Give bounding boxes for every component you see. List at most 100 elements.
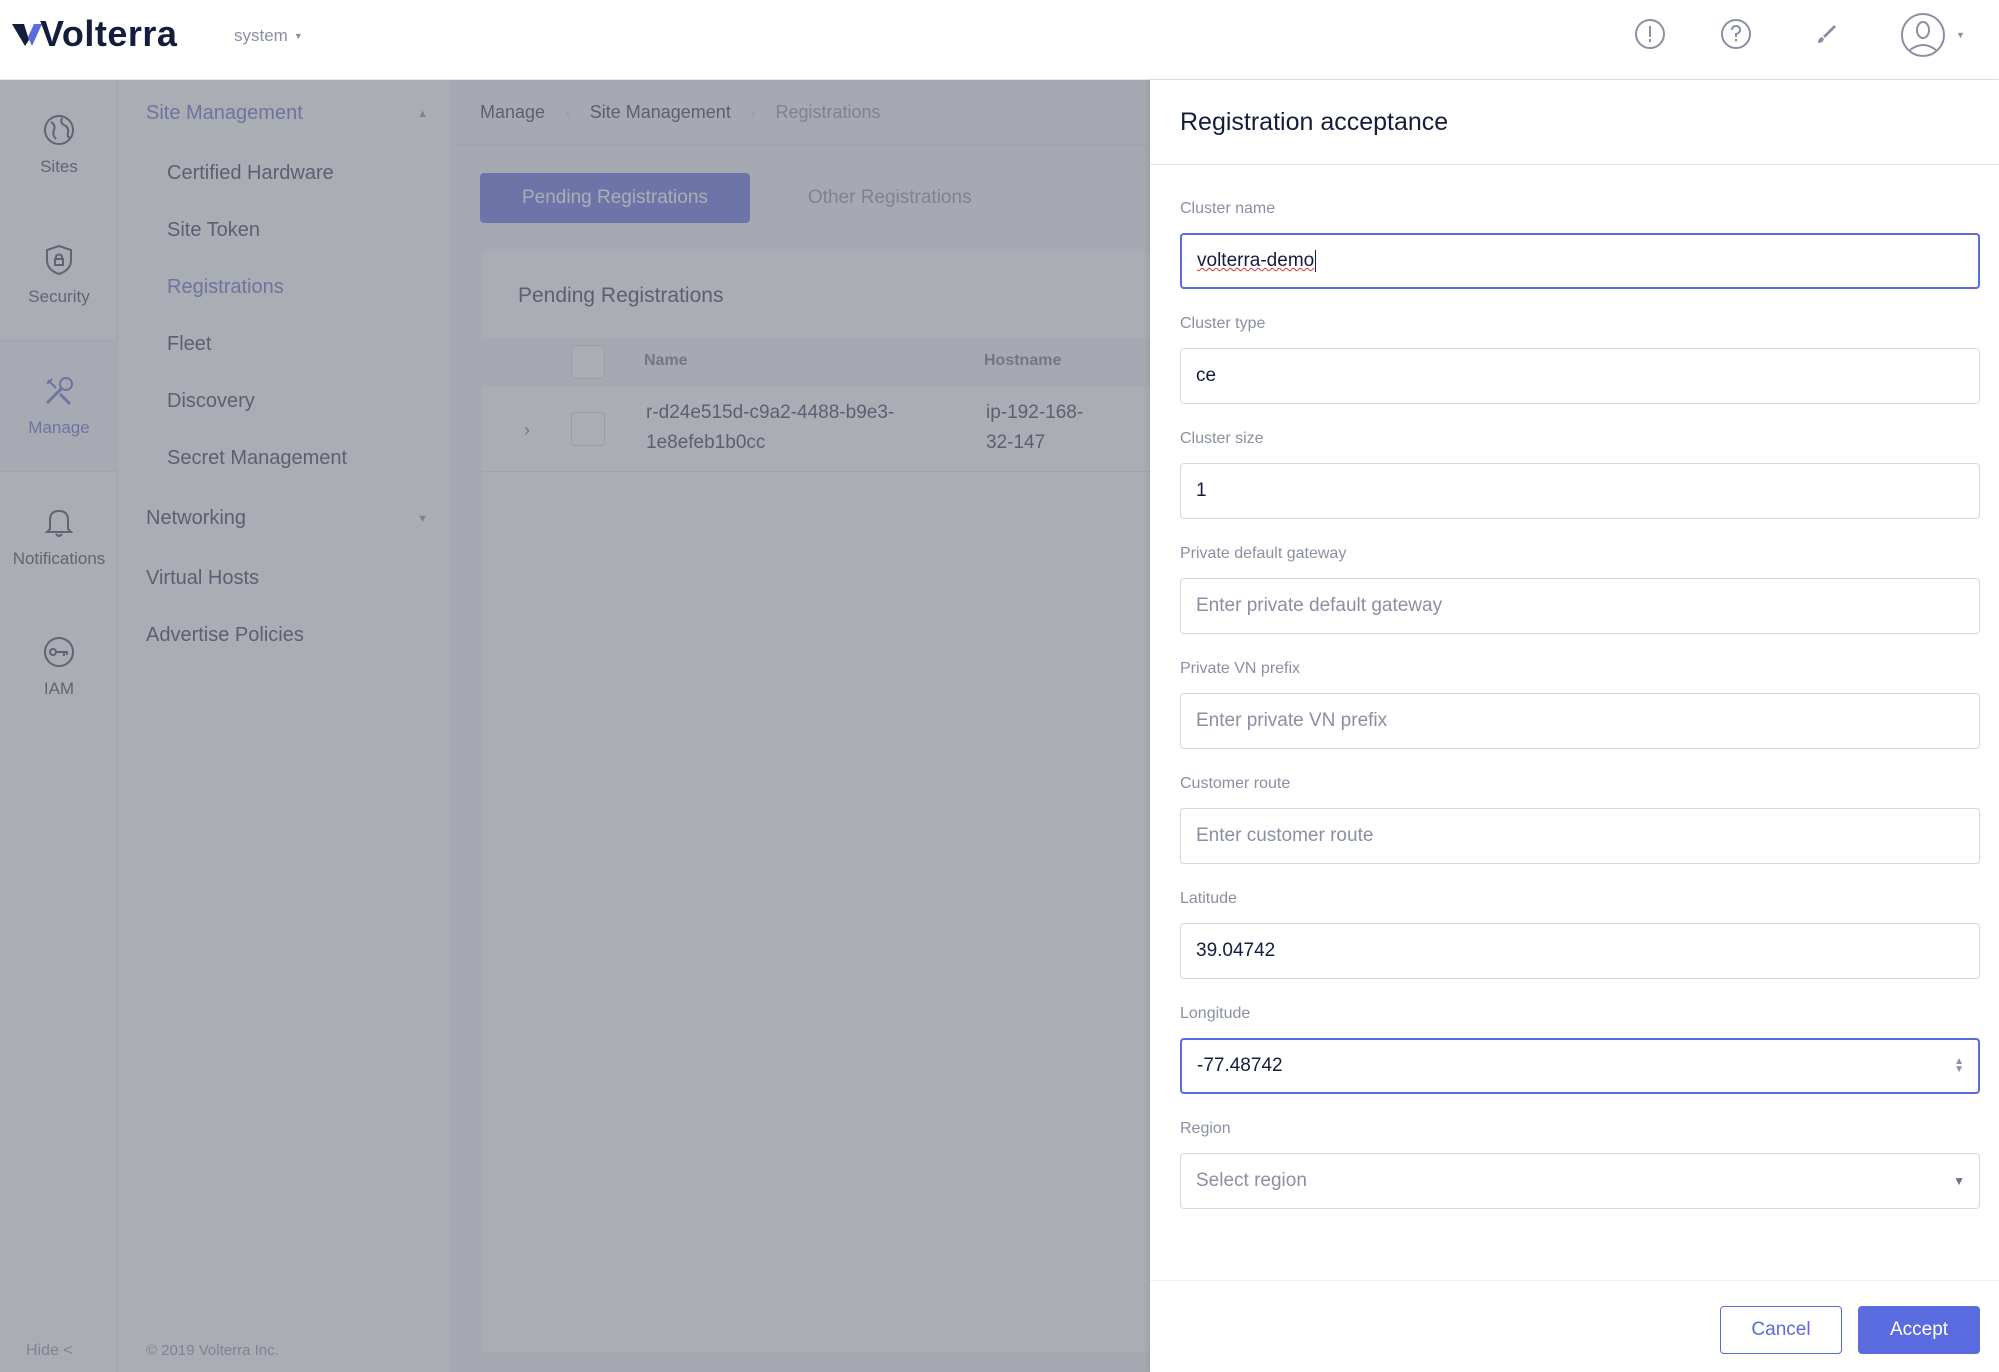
customer-route-placeholder: Enter customer route: [1196, 825, 1374, 846]
number-spinner-icon[interactable]: ▲ ▼: [1954, 1057, 1964, 1075]
cluster-type-value: ce: [1196, 365, 1217, 386]
hide-sidebar-button[interactable]: Hide <: [26, 1342, 73, 1360]
nav-item-secret-management[interactable]: Secret Management: [167, 447, 347, 470]
namespace-label: system: [234, 26, 288, 45]
longitude-value: -77.48742: [1197, 1055, 1283, 1076]
drawer-title: Registration acceptance: [1180, 108, 1449, 136]
nav-item-registrations[interactable]: Registrations: [167, 276, 284, 299]
breadcrumb: Manage › Site Management › Registrations: [480, 102, 881, 123]
private-gateway-placeholder: Enter private default gateway: [1196, 595, 1443, 616]
caret-down-icon: ▼: [293, 31, 303, 41]
rail-item-manage[interactable]: Manage: [0, 341, 118, 471]
tab-other-registrations[interactable]: Other Registrations: [766, 173, 1014, 223]
column-header-hostname[interactable]: Hostname: [984, 352, 1061, 370]
customer-route-label: Customer route: [1180, 775, 1291, 792]
caret-down-icon: ▼: [417, 512, 428, 525]
rail-label: Notifications: [12, 549, 106, 568]
rail-item-iam[interactable]: IAM: [0, 602, 118, 732]
nav-group-label: Networking: [146, 507, 247, 529]
row-name-line: r-d24e515d-c9a2-4488-b9e3-: [646, 402, 895, 423]
rail-label: Sites: [40, 157, 78, 176]
namespace-select[interactable]: system ▼: [234, 26, 303, 46]
caret-up-icon: ▲: [417, 107, 428, 120]
card-title: Pending Registrations: [518, 284, 724, 307]
rail-item-security[interactable]: Security: [0, 210, 118, 340]
copyright: © 2019 Volterra Inc.: [146, 1342, 279, 1359]
registration-tabs: Pending Registrations Other Registration…: [480, 173, 1014, 223]
cluster-name-label: Cluster name: [1180, 200, 1276, 217]
divider: [452, 144, 1152, 145]
column-header-name[interactable]: Name: [644, 352, 688, 370]
row-hostname-line: 32-147: [986, 432, 1046, 453]
main-content: Manage › Site Management › Registrations…: [452, 80, 1152, 1372]
row-name: r-d24e515d-c9a2-4488-b9e3- 1e8efeb1b0cc: [646, 398, 894, 458]
cluster-size-label: Cluster size: [1180, 430, 1264, 447]
cancel-button[interactable]: Cancel: [1720, 1306, 1842, 1354]
help-icon[interactable]: [1720, 18, 1752, 50]
region-label: Region: [1180, 1120, 1231, 1137]
nav-group-networking[interactable]: Networking ▼: [146, 507, 428, 530]
cluster-name-value: volterra-demo: [1197, 250, 1315, 271]
table-row[interactable]: › r-d24e515d-c9a2-4488-b9e3- 1e8efeb1b0c…: [482, 386, 1152, 472]
nav-item-advertise-policies[interactable]: Advertise Policies: [146, 624, 428, 647]
row-hostname-line: ip-192-168-: [986, 402, 1084, 423]
top-bar: Volterra system ▼ ▼: [0, 0, 1999, 80]
rail-label: Manage: [28, 418, 90, 437]
cluster-name-input[interactable]: volterra-demo: [1180, 233, 1980, 289]
chevron-right-icon[interactable]: ›: [524, 420, 530, 441]
tab-pending-registrations[interactable]: Pending Registrations: [480, 173, 750, 223]
breadcrumb-registrations: Registrations: [775, 102, 881, 122]
rail-item-sites[interactable]: Sites: [0, 80, 118, 210]
select-all-checkbox[interactable]: [571, 345, 605, 379]
cluster-size-input[interactable]: 1: [1180, 463, 1980, 519]
nav-item-certified-hardware[interactable]: Certified Hardware: [167, 162, 334, 185]
breadcrumb-site-management[interactable]: Site Management: [590, 102, 731, 123]
region-select[interactable]: Select region ▼: [1180, 1153, 1980, 1209]
rail-label: Security: [28, 287, 90, 306]
nav-item-virtual-hosts[interactable]: Virtual Hosts: [146, 567, 428, 590]
avatar-icon: [1901, 13, 1945, 57]
cluster-type-input[interactable]: ce: [1180, 348, 1980, 404]
latitude-input[interactable]: 39.04742: [1180, 923, 1980, 979]
divider: [1150, 164, 1999, 165]
brush-icon[interactable]: [1810, 18, 1842, 50]
latitude-label: Latitude: [1180, 890, 1237, 907]
nav-item-discovery[interactable]: Discovery: [167, 390, 255, 413]
logo-text: Volterra: [40, 13, 178, 54]
private-gateway-input[interactable]: Enter private default gateway: [1180, 578, 1980, 634]
nav-panel: Site Management ▲ Certified Hardware Sit…: [118, 80, 452, 1372]
latitude-value: 39.04742: [1196, 940, 1276, 961]
volterra-logo[interactable]: Volterra: [12, 12, 177, 56]
cluster-size-value: 1: [1196, 480, 1207, 501]
tools-icon: [45, 377, 73, 406]
user-menu[interactable]: ▼: [1900, 12, 1965, 58]
logo-v-mark: [12, 24, 42, 46]
nav-item-site-token[interactable]: Site Token: [167, 219, 260, 242]
nav-item-fleet[interactable]: Fleet: [167, 333, 211, 356]
bell-icon: [44, 509, 74, 537]
nav-group-site-management[interactable]: Site Management ▲: [146, 102, 428, 125]
customer-route-input[interactable]: Enter customer route: [1180, 808, 1980, 864]
icon-rail: Sites Security Manage Notifications IAM …: [0, 80, 118, 1372]
rail-item-notifications[interactable]: Notifications: [0, 472, 118, 602]
caret-down-icon: ▼: [1956, 30, 1965, 40]
chevron-right-icon: ›: [565, 104, 570, 121]
private-gateway-label: Private default gateway: [1180, 545, 1347, 562]
row-checkbox[interactable]: [571, 412, 605, 446]
breadcrumb-manage[interactable]: Manage: [480, 102, 545, 123]
globe-icon: [44, 115, 74, 145]
region-placeholder: Select region: [1196, 1170, 1307, 1191]
longitude-input[interactable]: -77.48742 ▲ ▼: [1180, 1038, 1980, 1094]
private-vn-prefix-label: Private VN prefix: [1180, 660, 1301, 677]
cluster-type-label: Cluster type: [1180, 315, 1266, 332]
caret-down-icon: ▼: [1953, 1174, 1965, 1188]
accept-button[interactable]: Accept: [1858, 1306, 1980, 1354]
key-icon: [44, 637, 74, 667]
row-name-line: 1e8efeb1b0cc: [646, 432, 766, 453]
registration-acceptance-drawer: Registration acceptance Cluster name vol…: [1150, 80, 1999, 1372]
private-vn-prefix-input[interactable]: Enter private VN prefix: [1180, 693, 1980, 749]
rail-label: IAM: [43, 679, 75, 698]
alert-icon[interactable]: [1634, 18, 1666, 50]
text-cursor: [1315, 250, 1317, 272]
nav-group-label: Virtual Hosts: [146, 567, 260, 589]
